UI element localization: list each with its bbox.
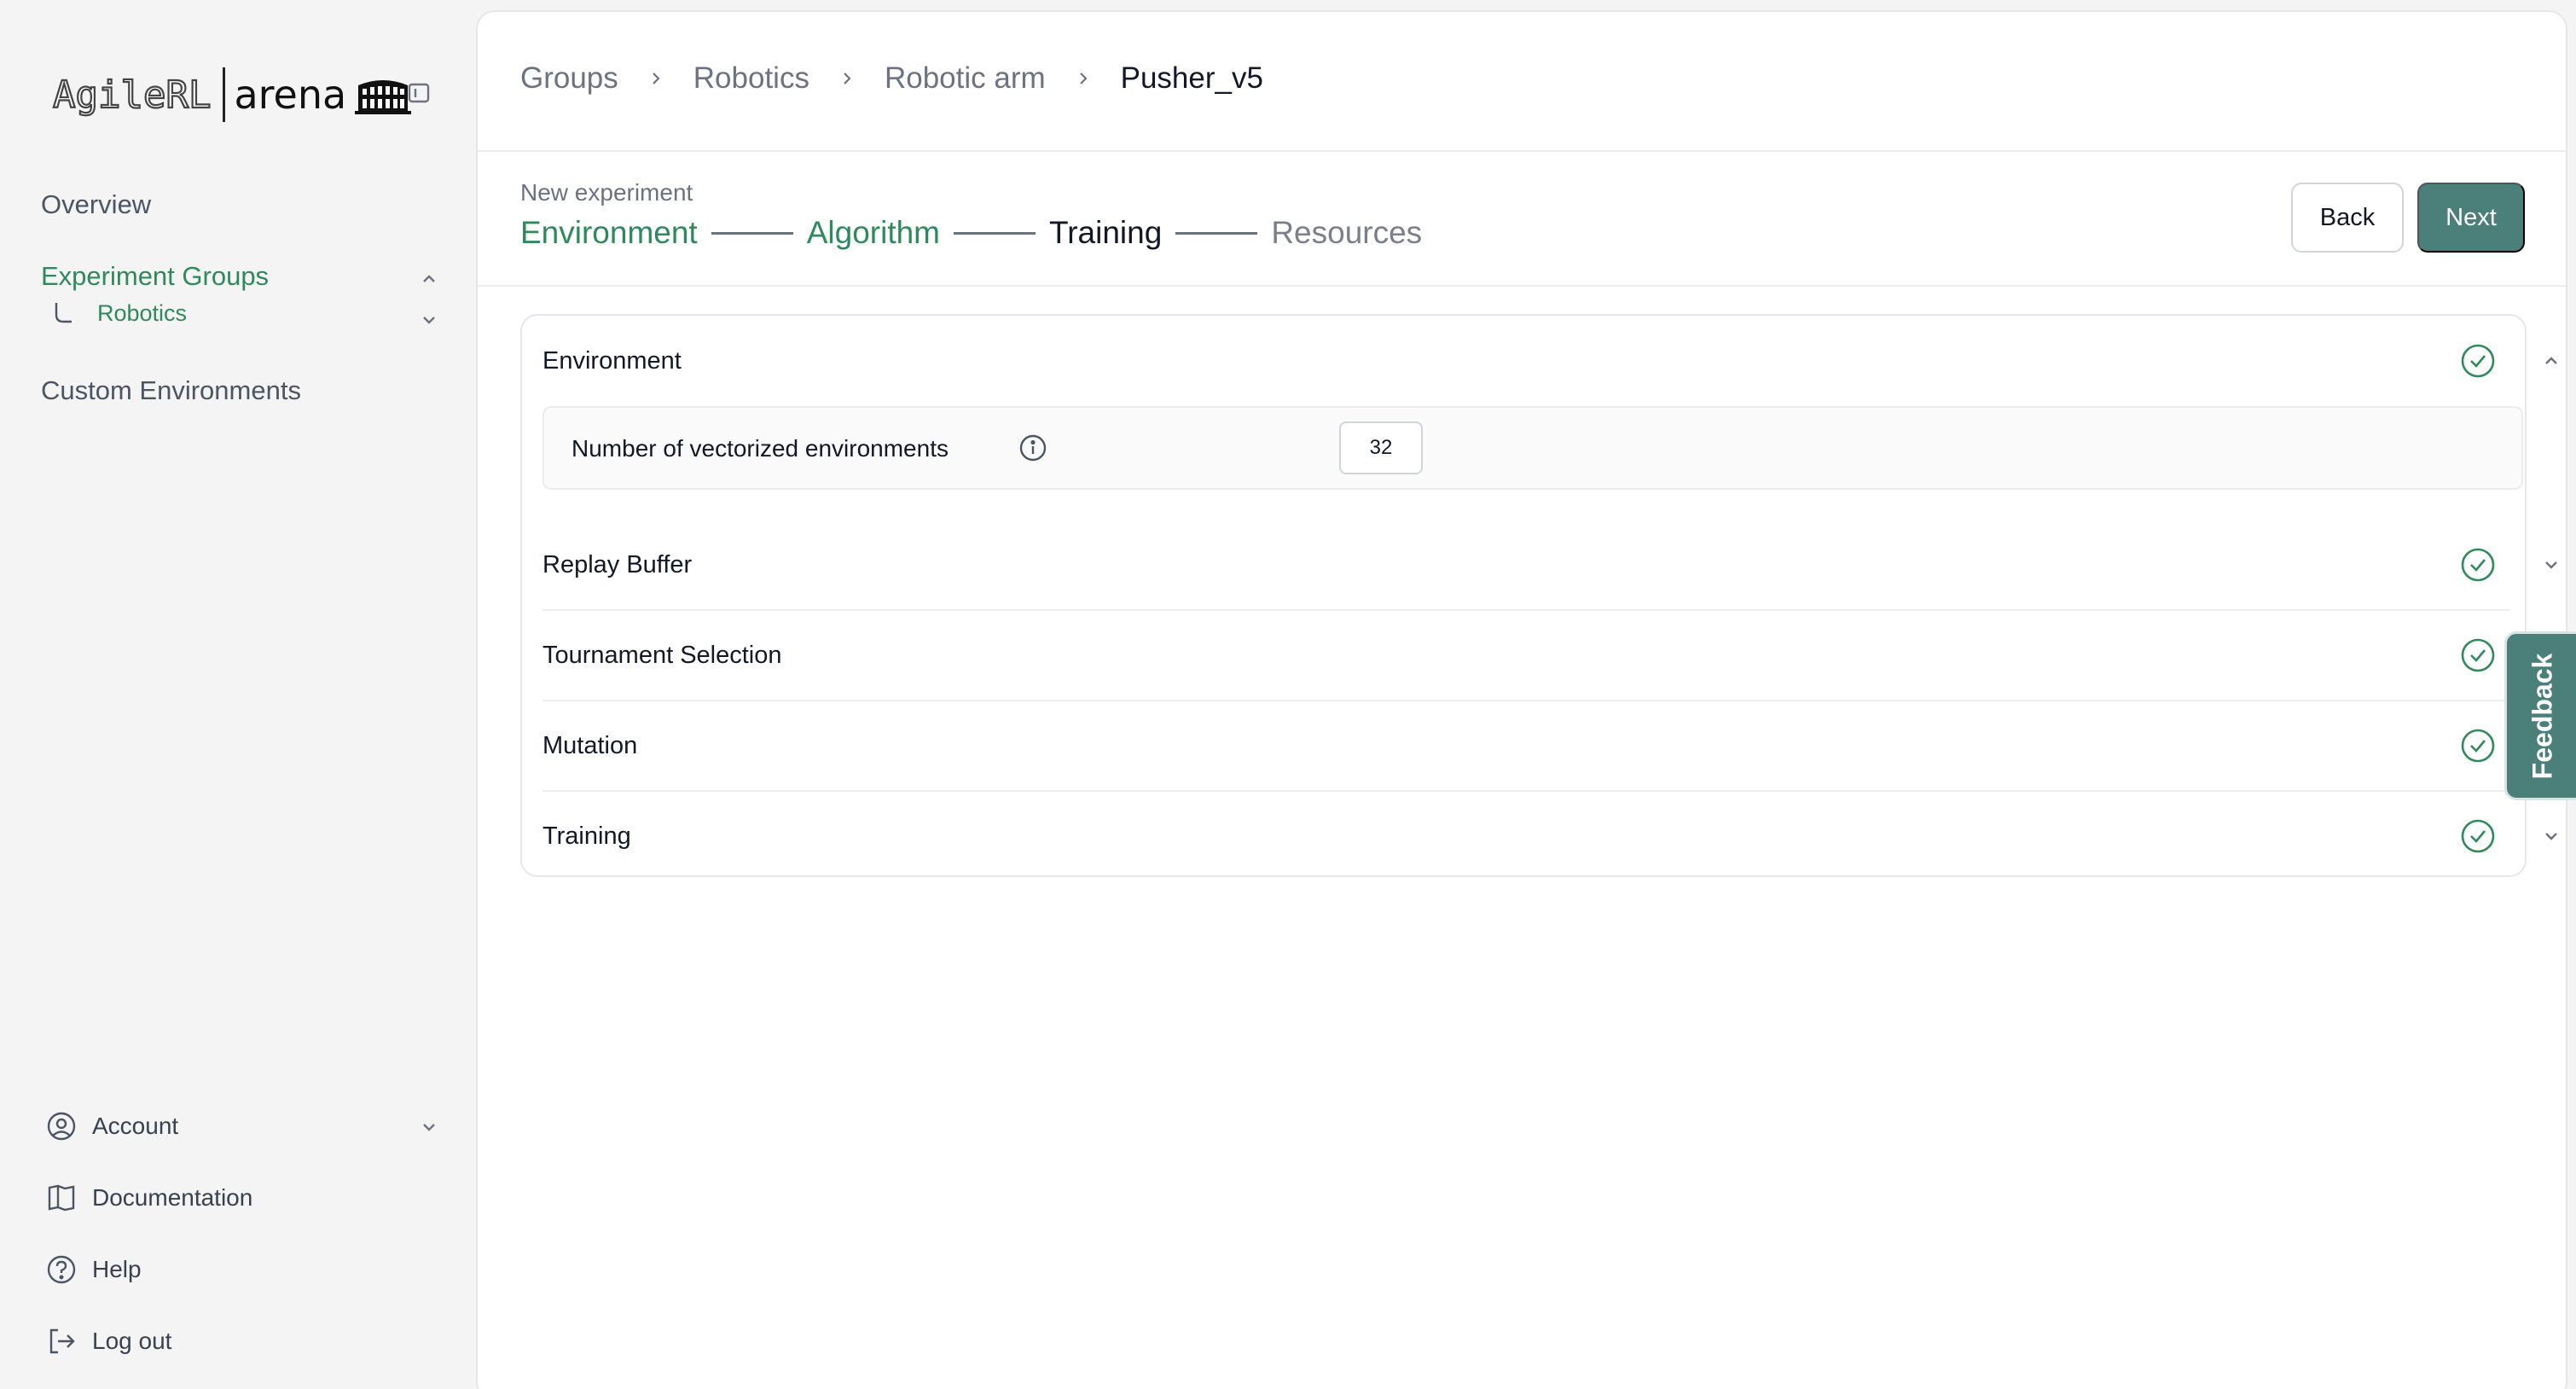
step-connector (711, 231, 793, 235)
breadcrumb-current: Pusher_v5 (1120, 61, 1263, 95)
logo-agilerl-text: AgileRL (52, 72, 212, 117)
chevron-up-icon[interactable] (418, 268, 440, 290)
step-resources[interactable]: Resources (1271, 215, 1422, 251)
chevron-down-icon[interactable] (418, 1116, 440, 1138)
book-icon (48, 1184, 75, 1212)
nav-custom-environments[interactable]: Custom Environments (41, 375, 301, 406)
sidebar-toggle-icon (408, 83, 430, 103)
check-circle-icon (2461, 729, 2495, 763)
info-icon[interactable] (1018, 433, 1047, 462)
nav-help[interactable]: Help (44, 1252, 142, 1287)
check-circle-icon (2461, 819, 2495, 853)
section-title: Training (542, 822, 631, 850)
next-button[interactable]: Next (2417, 183, 2525, 253)
section-tournament-selection[interactable]: Tournament Selection (542, 611, 2557, 700)
check-circle-icon (2461, 548, 2495, 582)
feedback-tab[interactable]: Feedback (2504, 631, 2576, 800)
breadcrumb: Groups Robotics Robotic arm Pusher_v5 (520, 61, 1263, 96)
wizard-heading: New experiment (520, 179, 693, 206)
nav-account[interactable]: Account (44, 1109, 178, 1143)
section-training[interactable]: Training (542, 792, 2557, 880)
check-circle-icon (2461, 344, 2495, 378)
user-circle-icon (47, 1112, 76, 1141)
header-divider (478, 150, 2566, 152)
feedback-label: Feedback (2527, 653, 2558, 779)
breadcrumb-robotics[interactable]: Robotics (693, 61, 809, 96)
settings-card: Environment Number of vectorized environ… (520, 314, 2557, 880)
section-title: Tournament Selection (542, 641, 782, 669)
step-training[interactable]: Training (1049, 215, 1162, 251)
nav-sub-robotics[interactable]: Robotics (53, 300, 187, 327)
section-environment-header[interactable]: Environment (542, 317, 2557, 404)
nav-overview[interactable]: Overview (41, 189, 151, 220)
back-button[interactable]: Back (2291, 183, 2404, 253)
wizard-steps: Environment Algorithm Training Resources (520, 215, 1422, 251)
nav-sub-robotics-label: Robotics (97, 300, 188, 326)
nav-account-label: Account (92, 1113, 179, 1139)
chevron-up-icon[interactable] (2540, 350, 2562, 372)
section-mutation[interactable]: Mutation (542, 701, 2557, 790)
chevron-down-icon[interactable] (418, 309, 440, 331)
main-panel: Groups Robotics Robotic arm Pusher_v5 Ne… (476, 10, 2567, 1389)
logo[interactable]: AgileRL arena (52, 67, 412, 123)
logout-icon (49, 1328, 75, 1354)
app-root: AgileRL arena Overview Experiment Groups (0, 0, 2576, 1389)
logo-divider (223, 67, 226, 122)
tree-branch-icon (55, 302, 72, 323)
section-replay-buffer[interactable]: Replay Buffer (542, 520, 2557, 609)
nav-experiment-groups[interactable]: Experiment Groups (41, 261, 269, 292)
breadcrumb-robotic-arm[interactable]: Robotic arm (885, 61, 1046, 96)
logo-arena-text: arena (234, 72, 347, 118)
step-connector (954, 231, 1036, 235)
vectorized-envs-label: Number of vectorized environments (571, 435, 949, 462)
nav-logout-label: Log out (92, 1328, 172, 1354)
check-circle-icon (2461, 638, 2495, 672)
nav-help-label: Help (92, 1256, 142, 1282)
nav-logout[interactable]: Log out (44, 1324, 171, 1358)
vectorized-envs-input[interactable] (1339, 421, 1423, 474)
step-connector (1175, 231, 1258, 235)
vectorized-envs-row: Number of vectorized environments (542, 406, 2523, 490)
sidebar-toggle-button[interactable] (406, 80, 432, 106)
chevron-right-icon (653, 73, 660, 84)
colosseum-icon (355, 80, 412, 114)
nav-documentation-label: Documentation (92, 1184, 253, 1211)
sidebar: AgileRL arena Overview Experiment Groups (0, 0, 476, 1389)
chevron-down-icon[interactable] (2540, 554, 2562, 576)
chevron-right-icon (1079, 73, 1088, 84)
help-circle-icon (47, 1255, 76, 1284)
chevron-down-icon[interactable] (2540, 825, 2562, 847)
section-title: Replay Buffer (542, 550, 693, 578)
section-title: Environment (542, 346, 682, 375)
section-title: Mutation (542, 731, 638, 759)
breadcrumb-groups[interactable]: Groups (520, 61, 618, 96)
nav-documentation[interactable]: Documentation (44, 1181, 252, 1215)
wizard-divider (478, 285, 2566, 287)
step-environment[interactable]: Environment (520, 215, 698, 251)
step-algorithm[interactable]: Algorithm (807, 215, 940, 251)
chevron-right-icon (844, 73, 851, 84)
